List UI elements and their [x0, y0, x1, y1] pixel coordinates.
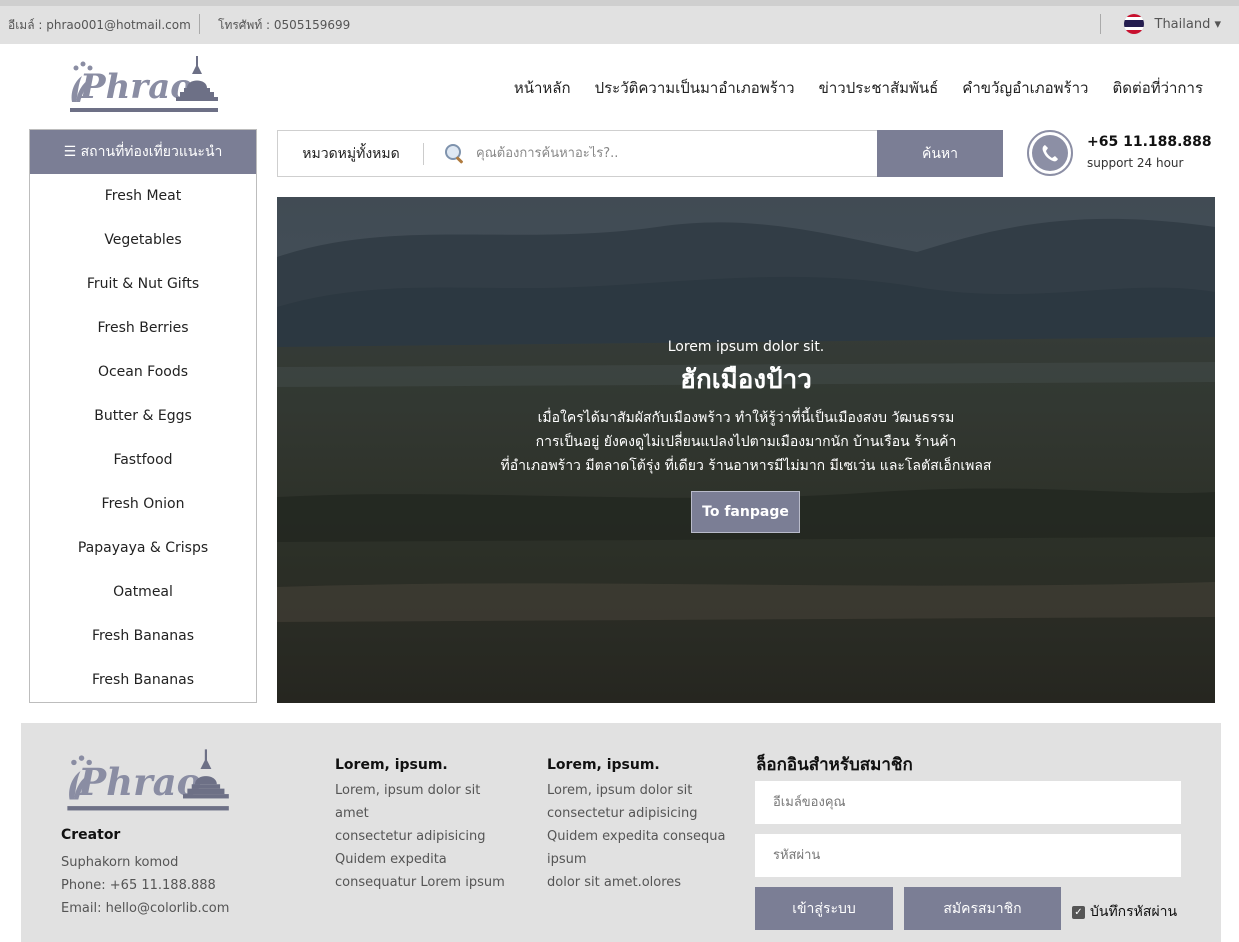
search-button[interactable]: ค้นหา: [877, 130, 1003, 177]
login-title: ล็อกอินสำหรับสมาชิก: [756, 755, 913, 775]
footer-column-line: Quidem expedita: [335, 852, 447, 867]
footer-column-line: ipsum: [547, 852, 587, 867]
sidebar-item[interactable]: Fruit & Nut Gifts: [30, 262, 256, 306]
footer-column-line: consectetur adipisicing: [335, 829, 486, 844]
hero-kicker: Lorem ipsum dolor sit.: [667, 339, 825, 355]
creator-name: Suphakorn komod: [61, 855, 179, 870]
password-field[interactable]: [755, 834, 1181, 877]
sidebar-list: Fresh Meat Vegetables Fruit & Nut Gifts …: [30, 174, 256, 702]
sidebar-item[interactable]: Fresh Bananas: [30, 614, 256, 658]
site-logo[interactable]: Phrao: [66, 52, 220, 118]
footer-column-title: Lorem, ipsum.: [547, 757, 660, 773]
hero-text: Lorem ipsum dolor sit. ฮักเมืองป้าว เมื่…: [277, 339, 1215, 478]
nav-home[interactable]: หน้าหลัก: [514, 76, 571, 100]
sidebar-item[interactable]: Ocean Foods: [30, 350, 256, 394]
support-contact: +65 11.188.888 support 24 hour: [1027, 130, 1227, 177]
footer: Phrao Creator Suphakorn komod Phone: +65…: [21, 723, 1221, 942]
main-nav: หน้าหลัก ประวัติความเป็นมาอำเภอพร้าว ข่า…: [514, 76, 1203, 100]
top-bar: อีเมล์ : phrao001@hotmail.com โทรศัพท์ :…: [0, 0, 1239, 44]
sidebar-item[interactable]: Fresh Meat: [30, 174, 256, 218]
remember-password[interactable]: ✓ บันทึกรหัสผ่าน: [1072, 901, 1177, 923]
creator-title: Creator: [61, 827, 121, 843]
search-field: [424, 131, 877, 176]
footer-column-line: consequatur Lorem ipsum: [335, 875, 505, 890]
topbar-email: อีเมล์ : phrao001@hotmail.com: [8, 18, 191, 32]
nav-contact[interactable]: ติดต่อที่ว่าการ: [1112, 76, 1203, 100]
topbar-phone: โทรศัพท์ : 0505159699: [218, 18, 351, 32]
nav-slogan[interactable]: คำขวัญอำเภอพร้าว: [962, 76, 1088, 100]
hero-line: เมื่อใครได้มาสัมผัสกับเมืองพร้าว ทำให้รู…: [537, 410, 955, 426]
register-button[interactable]: สมัครสมาชิก: [904, 887, 1061, 930]
language-label: Thailand ▾: [1154, 16, 1222, 32]
sidebar-item[interactable]: Fresh Berries: [30, 306, 256, 350]
footer-column-line: Lorem, ipsum dolor sit: [335, 783, 481, 798]
sidebar-item[interactable]: Butter & Eggs: [30, 394, 256, 438]
creator-phone: Phone: +65 11.188.888: [61, 878, 216, 893]
logo-text: Phrao: [79, 67, 193, 107]
language-selector[interactable]: Thailand ▾: [1122, 12, 1222, 36]
footer-logo[interactable]: Phrao: [61, 745, 233, 817]
hero-line: การเป็นอยู่ ยังคงดูไม่เปลี่ยนแปลงไปตามเม…: [535, 434, 957, 450]
sidebar-header[interactable]: ☰ สถานที่ท่องเที่ยวแนะนำ: [30, 130, 256, 174]
sidebar-title: ☰ สถานที่ท่องเที่ยวแนะนำ: [63, 144, 223, 160]
footer-column-title: Lorem, ipsum.: [335, 757, 448, 773]
nav-history[interactable]: ประวัติความเป็นมาอำเภอพร้าว: [595, 76, 795, 100]
sidebar-item[interactable]: Oatmeal: [30, 570, 256, 614]
support-hours: support 24 hour: [1087, 156, 1184, 170]
search-icon: [445, 143, 463, 163]
sidebar-item[interactable]: Fresh Bananas: [30, 658, 256, 702]
login-button[interactable]: เข้าสู่ระบบ: [755, 887, 893, 930]
phone-icon: [1027, 130, 1073, 176]
category-sidebar: ☰ สถานที่ท่องเที่ยวแนะนำ Fresh Meat Vege…: [29, 129, 257, 703]
footer-column-line: Quidem expedita consequa: [547, 829, 726, 844]
hero-banner: Lorem ipsum dolor sit. ฮักเมืองป้าว เมื่…: [277, 197, 1215, 703]
hero-title: ฮักเมืองป้าว: [680, 365, 812, 395]
sidebar-item[interactable]: Vegetables: [30, 218, 256, 262]
footer-column-line: Lorem, ipsum dolor sit: [547, 783, 693, 798]
thailand-flag-icon: [1122, 13, 1145, 35]
sidebar-item[interactable]: Fastfood: [30, 438, 256, 482]
sidebar-item[interactable]: Fresh Onion: [30, 482, 256, 526]
footer-column: Lorem, ipsum. Lorem, ipsum dolor sit ame…: [335, 757, 525, 894]
hero-line: ที่อำเภอพร้าว มีตลาดโต้รุ่ง ที่เดียว ร้า…: [500, 458, 992, 474]
phrao-logo-icon: Phrao: [67, 749, 229, 811]
logo-text: Phrao: [77, 760, 201, 804]
footer-column: Lorem, ipsum. Lorem, ipsum dolor sit con…: [547, 757, 737, 894]
footer-column-line: amet: [335, 806, 369, 821]
search-input[interactable]: [476, 146, 856, 161]
support-phone: +65 11.188.888: [1087, 134, 1212, 150]
checkbox-checked-icon[interactable]: ✓: [1072, 905, 1085, 919]
topbar-divider: [199, 14, 200, 34]
phrao-logo-icon: Phrao: [70, 56, 218, 112]
footer-column-line: dolor sit amet.olores: [547, 875, 682, 890]
search-bar: หมวดหมู่ทั้งหมด ค้นหา: [277, 130, 1003, 177]
fanpage-button[interactable]: To fanpage: [691, 491, 800, 533]
creator-email: Email: hello@colorlib.com: [61, 901, 230, 916]
nav-news[interactable]: ข่าวประชาสัมพันธ์: [819, 76, 939, 100]
topbar-divider: [1100, 14, 1101, 34]
remember-label: บันทึกรหัสผ่าน: [1090, 904, 1178, 920]
email-field[interactable]: [755, 781, 1181, 824]
search-category-select[interactable]: หมวดหมู่ทั้งหมด: [278, 131, 424, 176]
footer-column-line: consectetur adipisicing: [547, 806, 698, 821]
sidebar-item[interactable]: Papayaya & Crisps: [30, 526, 256, 570]
